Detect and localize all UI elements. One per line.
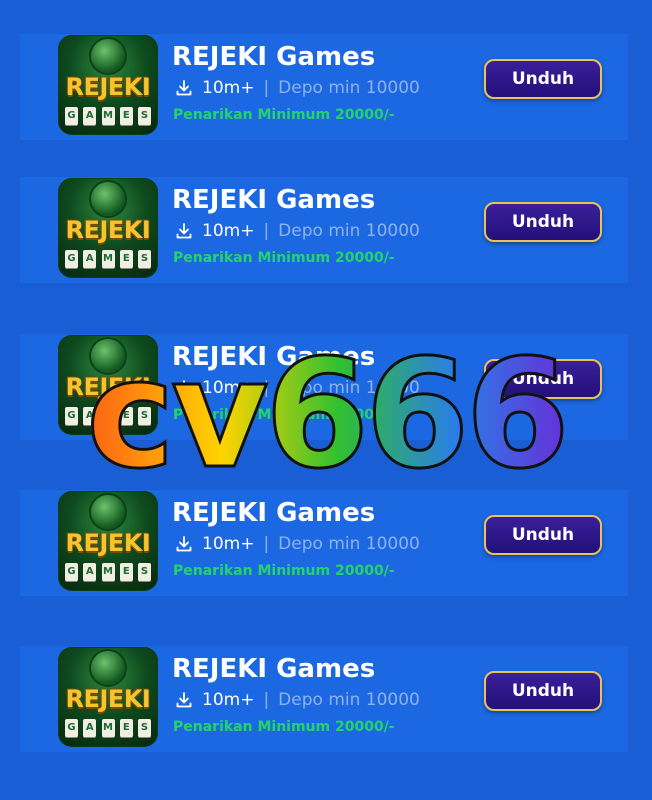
app-title: REJEKI Games [172,185,376,215]
rejeki-games-logo: REJEKI G A M E S [58,35,158,135]
logo-tile: A [83,107,97,125]
min-withdrawal: Penarikan Minimum 20000/- [173,107,395,123]
logo-tile: G [65,407,78,425]
rejeki-games-logo: REJEKI G A M E S [58,491,158,591]
logo-tile: S [138,719,151,737]
min-withdrawal: Penarikan Minimum 20000/- [173,250,395,266]
logo-tile: M [101,407,115,425]
download-icon [176,223,192,239]
download-button[interactable]: Unduh [484,359,602,399]
app-title: REJEKI Games [172,498,376,528]
download-count: 10m+ [202,690,255,710]
logo-tile: M [101,563,115,581]
logo-tile: E [119,563,133,581]
download-icon [176,80,192,96]
download-count: 10m+ [202,534,255,554]
app-card: REJEKI G A M E S REJEKI Games 10m+ | Dep… [20,177,628,283]
logo-tile: A [83,407,97,425]
app-card: REJEKI G A M E S REJEKI Games 10m+ | Dep… [20,334,628,440]
logo-ball-icon [91,39,125,73]
rejeki-games-logo: REJEKI G A M E S [58,178,158,278]
logo-tile: M [101,719,115,737]
logo-tiles: G A M E S [65,719,151,737]
logo-tiles: G A M E S [65,407,151,425]
min-deposit: Depo min 10000 [278,690,420,710]
logo-tile: G [65,107,78,125]
app-meta: 10m+ | Depo min 10000 [175,220,420,242]
logo-wordmark: REJEKI [65,685,151,713]
logo-tiles: G A M E S [65,250,151,268]
min-deposit: Depo min 10000 [278,534,420,554]
logo-tiles: G A M E S [65,107,151,125]
app-meta: 10m+ | Depo min 10000 [175,77,420,99]
logo-ball-icon [91,339,125,373]
app-card: REJEKI G A M E S REJEKI Games 10m+ | Dep… [20,490,628,596]
logo-tile: S [138,563,151,581]
logo-tile: E [119,107,133,125]
logo-ball-icon [91,182,125,216]
logo-tile: E [119,719,133,737]
app-title: REJEKI Games [172,654,376,684]
min-deposit: Depo min 10000 [278,78,420,98]
logo-tile: A [83,250,97,268]
app-card: REJEKI G A M E S REJEKI Games 10m+ | Dep… [20,34,628,140]
rejeki-games-logo: REJEKI G A M E S [58,335,158,435]
download-button[interactable]: Unduh [484,202,602,242]
download-button[interactable]: Unduh [484,671,602,711]
logo-ball-icon [91,495,125,529]
logo-tiles: G A M E S [65,563,151,581]
download-button[interactable]: Unduh [484,59,602,99]
logo-tile: A [83,563,97,581]
app-card: REJEKI G A M E S REJEKI Games 10m+ | Dep… [20,646,628,752]
logo-tile: G [65,719,78,737]
logo-tile: G [65,250,78,268]
app-meta: 10m+ | Depo min 10000 [175,377,420,399]
min-deposit: Depo min 10000 [278,378,420,398]
logo-tile: S [138,250,151,268]
logo-wordmark: REJEKI [65,73,151,101]
download-icon [176,380,192,396]
logo-tile: A [83,719,97,737]
rejeki-games-logo: REJEKI G A M E S [58,647,158,747]
logo-ball-icon [91,651,125,685]
logo-wordmark: REJEKI [65,216,151,244]
meta-separator: | [263,221,270,241]
app-meta: 10m+ | Depo min 10000 [175,533,420,555]
logo-wordmark: REJEKI [65,529,151,557]
logo-tile: S [138,407,151,425]
logo-tile: G [65,563,78,581]
min-deposit: Depo min 10000 [278,221,420,241]
logo-tile: M [101,107,115,125]
meta-separator: | [263,690,270,710]
min-withdrawal: Penarikan Minimum 20000/- [173,719,395,735]
min-withdrawal: Penarikan Minimum 20000/- [173,407,395,423]
logo-tile: E [119,250,133,268]
min-withdrawal: Penarikan Minimum 20000/- [173,563,395,579]
app-title: REJEKI Games [172,42,376,72]
download-count: 10m+ [202,78,255,98]
download-icon [176,536,192,552]
logo-wordmark: REJEKI [65,373,151,401]
logo-tile: E [119,407,133,425]
meta-separator: | [263,534,270,554]
logo-tile: S [138,107,151,125]
meta-separator: | [263,78,270,98]
app-meta: 10m+ | Depo min 10000 [175,689,420,711]
download-icon [176,692,192,708]
download-count: 10m+ [202,378,255,398]
meta-separator: | [263,378,270,398]
logo-tile: M [101,250,115,268]
app-title: REJEKI Games [172,342,376,372]
download-button[interactable]: Unduh [484,515,602,555]
download-count: 10m+ [202,221,255,241]
